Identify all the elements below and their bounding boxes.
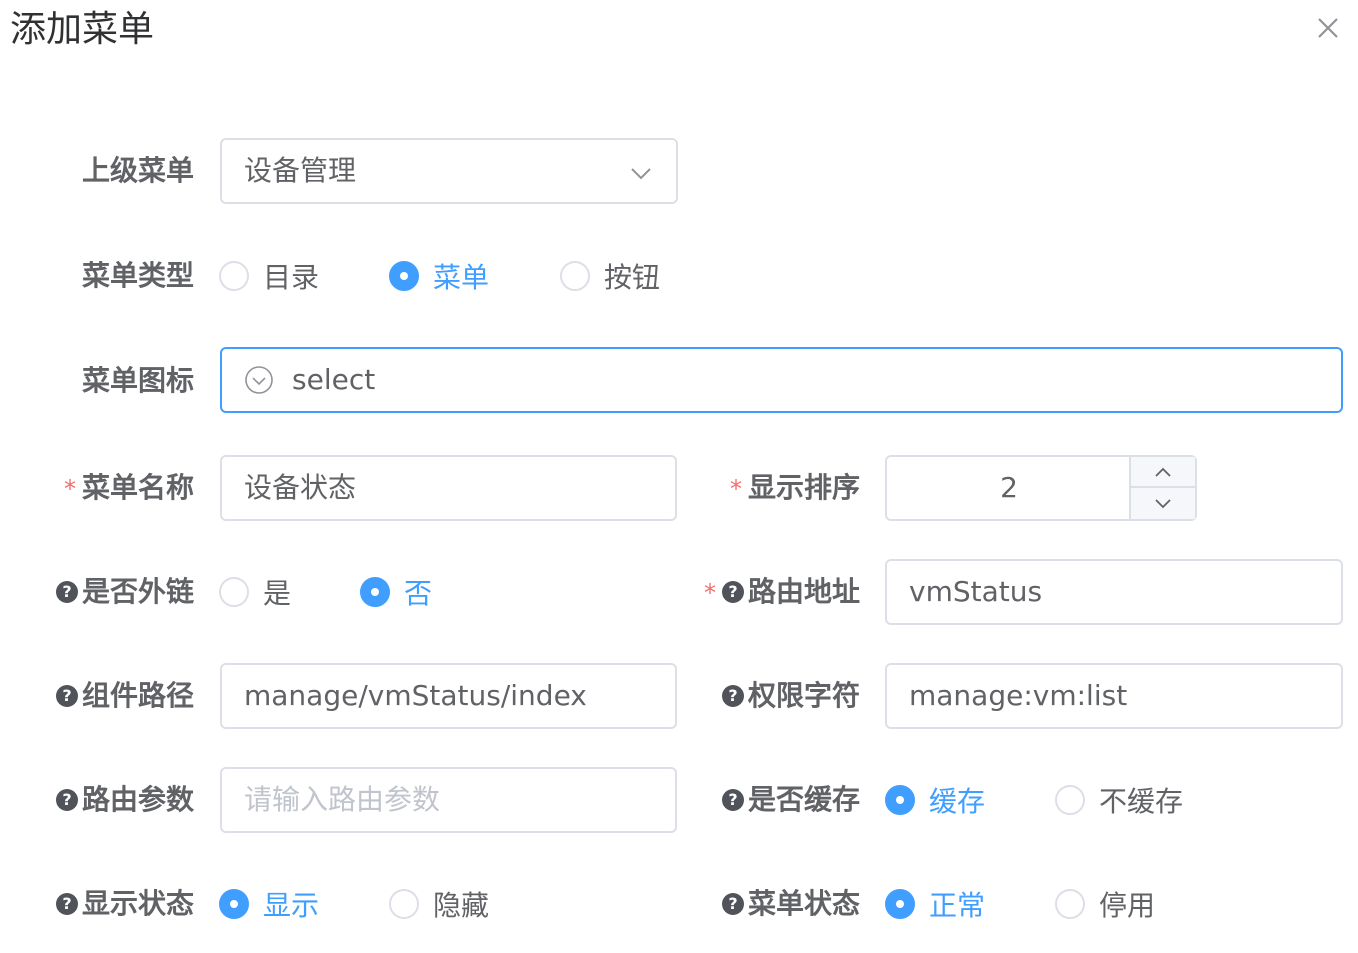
increase-button[interactable] (1131, 457, 1195, 488)
parent-menu-value: 设备管理 (244, 154, 357, 187)
route-path-input[interactable]: vmStatus (885, 559, 1343, 625)
radio-label: 停用 (1099, 889, 1156, 922)
radio-label: 否 (404, 577, 433, 610)
chevron-down-icon (631, 168, 651, 180)
radio-menu-type-directory[interactable]: 目录 (219, 256, 319, 296)
menu-icon-value: select (292, 363, 376, 396)
chevron-down-icon (1155, 498, 1171, 508)
menu-icon-label: 菜单图标 (81, 364, 194, 397)
radio-label: 显示 (263, 889, 320, 922)
menu-status-label: ? 菜单状态 (721, 884, 860, 924)
radio-label: 菜单 (433, 261, 490, 294)
radio-circle-checked (885, 785, 915, 815)
radio-external-yes[interactable]: 是 (219, 572, 291, 612)
radio-label: 正常 (929, 889, 986, 922)
question-icon[interactable]: ? (55, 893, 78, 915)
question-icon[interactable]: ? (721, 893, 744, 915)
radio-status-normal[interactable]: 正常 (885, 884, 985, 924)
chevron-up-icon (1155, 467, 1171, 477)
radio-status-disabled[interactable]: 停用 (1055, 884, 1155, 924)
cache-label: ? 是否缓存 (721, 780, 860, 820)
route-params-placeholder: 请输入路由参数 (244, 783, 441, 816)
permission-value: manage:vm:list (909, 679, 1128, 712)
radio-label: 是 (263, 577, 292, 610)
order-stepper[interactable]: 2 (885, 455, 1197, 521)
question-icon[interactable]: ? (721, 685, 744, 707)
radio-visible-show[interactable]: 显示 (219, 884, 319, 924)
menu-icon-input[interactable]: select (220, 347, 1343, 413)
radio-circle (1055, 889, 1085, 919)
radio-label: 不缓存 (1099, 785, 1184, 818)
radio-visible-hide[interactable]: 隐藏 (389, 884, 489, 924)
route-path-value: vmStatus (909, 575, 1043, 608)
radio-circle-checked (360, 577, 390, 607)
component-path-label: ? 组件路径 (55, 676, 194, 716)
permission-input[interactable]: manage:vm:list (885, 663, 1343, 729)
radio-circle-checked (389, 261, 419, 291)
radio-menu-type-button[interactable]: 按钮 (560, 256, 660, 296)
radio-label: 缓存 (929, 785, 986, 818)
radio-circle (389, 889, 419, 919)
question-icon[interactable]: ? (55, 789, 78, 811)
dialog-title: 添加菜单 (10, 9, 155, 50)
radio-menu-type-menu[interactable]: 菜单 (389, 256, 489, 296)
order-label: * 显示排序 (729, 471, 860, 504)
radio-cache-no[interactable]: 不缓存 (1055, 780, 1183, 820)
parent-menu-select[interactable]: 设备管理 (220, 138, 678, 204)
radio-circle (560, 261, 590, 291)
radio-circle (219, 577, 249, 607)
parent-menu-label: 上级菜单 (81, 154, 194, 187)
menu-type-label: 菜单类型 (81, 259, 194, 292)
route-path-label: *? 路由地址 (703, 575, 860, 608)
radio-external-no[interactable]: 否 (360, 572, 432, 612)
order-value[interactable]: 2 (887, 457, 1131, 519)
component-path-input[interactable]: manage/vmStatus/index (220, 663, 677, 729)
radio-circle-checked (219, 889, 249, 919)
visible-label: ? 显示状态 (55, 884, 194, 924)
radio-circle-checked (885, 889, 915, 919)
radio-label: 目录 (263, 261, 320, 294)
close-icon[interactable] (1314, 14, 1342, 42)
question-icon[interactable]: ? (721, 789, 744, 811)
menu-name-input[interactable]: 设备状态 (220, 455, 677, 521)
radio-label: 隐藏 (433, 889, 490, 922)
route-params-label: ? 路由参数 (55, 780, 194, 820)
menu-name-value: 设备状态 (244, 471, 357, 504)
decrease-button[interactable] (1131, 488, 1195, 519)
permission-label: ? 权限字符 (721, 676, 860, 716)
radio-circle (219, 261, 249, 291)
menu-name-label: * 菜单名称 (63, 471, 194, 504)
question-icon[interactable]: ? (721, 581, 744, 603)
route-params-input[interactable]: 请输入路由参数 (220, 767, 677, 833)
radio-label: 按钮 (604, 261, 661, 294)
question-icon[interactable]: ? (55, 685, 78, 707)
radio-cache-yes[interactable]: 缓存 (885, 780, 985, 820)
question-icon[interactable]: ? (55, 581, 78, 603)
radio-circle (1055, 785, 1085, 815)
external-link-label: ? 是否外链 (55, 572, 194, 612)
select-icon (245, 366, 273, 394)
component-path-value: manage/vmStatus/index (244, 679, 587, 712)
stepper-controls (1129, 457, 1195, 519)
